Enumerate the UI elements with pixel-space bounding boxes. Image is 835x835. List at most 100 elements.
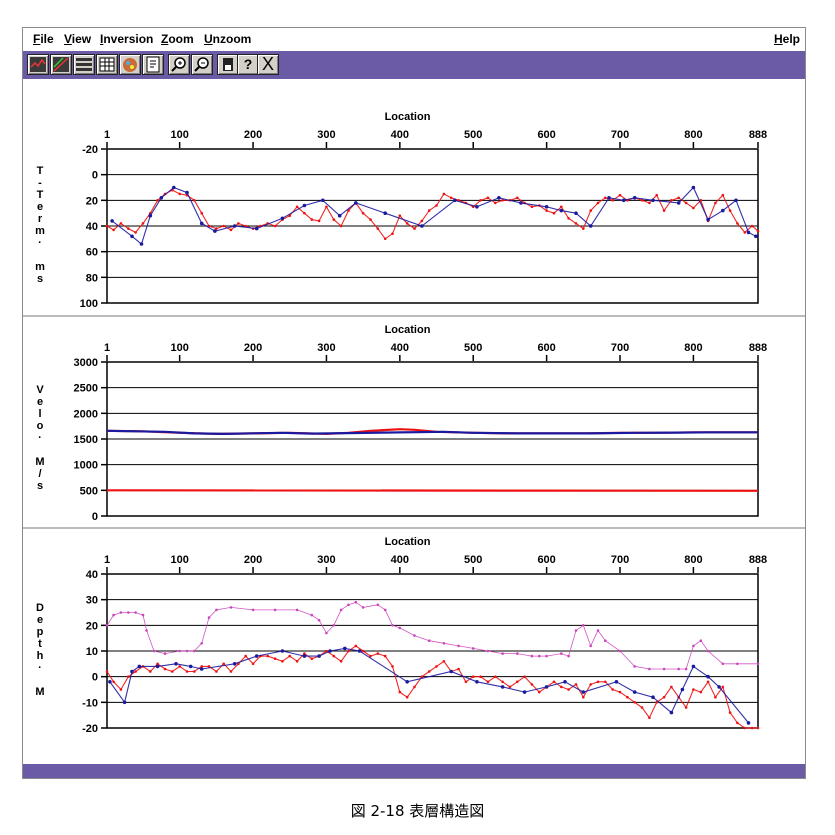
data-point [530, 654, 534, 658]
x-tick-label: 800 [684, 129, 702, 141]
data-point [559, 208, 564, 213]
data-point [232, 224, 237, 228]
data-point [325, 631, 328, 635]
series-trace [106, 189, 759, 240]
data-point [589, 683, 592, 686]
scatter-view-button[interactable] [27, 54, 49, 75]
data-point [105, 224, 109, 228]
data-point [288, 654, 292, 658]
zoom-in-button[interactable] [168, 54, 190, 75]
x-tick-label: 400 [391, 342, 409, 354]
menu-help[interactable]: Help [774, 32, 800, 46]
menu-zoom[interactable]: Zoom [161, 32, 194, 46]
data-point [254, 226, 259, 231]
data-point [604, 196, 607, 200]
data-point [127, 227, 130, 230]
x-tick-label: 600 [537, 342, 555, 354]
y-tick-label: 80 [86, 272, 98, 284]
data-point [574, 629, 578, 632]
data-point [442, 660, 446, 663]
data-point [618, 690, 622, 694]
toolbar: ? X [23, 51, 805, 79]
x-axis-label: Location [385, 324, 431, 336]
y-tick-label: 20 [86, 195, 98, 207]
x-tick-label: 200 [244, 554, 262, 566]
data-point [471, 647, 475, 650]
data-point [273, 657, 277, 660]
data-point [611, 199, 614, 202]
menu-zoom-rest: oom [168, 32, 194, 46]
data-point [105, 624, 109, 627]
x-tick-label: 600 [537, 554, 555, 566]
data-point [479, 199, 482, 202]
data-point [621, 198, 626, 203]
close-icon: X [261, 54, 274, 74]
x-tick-label: 100 [170, 342, 188, 354]
menu-inversion[interactable]: Inversion [100, 32, 153, 46]
menu-file[interactable]: File [33, 32, 54, 46]
save-button[interactable] [217, 54, 239, 75]
x-tick-label: 300 [317, 342, 335, 354]
data-point [229, 606, 233, 609]
data-point [178, 665, 181, 668]
y-tick-label: 2000 [74, 408, 98, 420]
data-point [651, 695, 655, 699]
data-point [420, 219, 424, 223]
table-button[interactable] [96, 54, 118, 75]
data-point [122, 700, 127, 705]
data-point [692, 206, 695, 210]
data-point [127, 611, 130, 614]
data-point [538, 690, 541, 694]
data-point [317, 654, 321, 658]
status-bar [23, 764, 805, 778]
data-point [427, 670, 431, 673]
palette-button[interactable] [119, 54, 141, 75]
data-point [706, 649, 710, 653]
data-point [310, 657, 314, 660]
data-point [339, 224, 343, 228]
x-tick-label: 800 [684, 342, 702, 354]
data-point [405, 680, 410, 684]
x-tick-label: 700 [611, 129, 629, 141]
data-point [127, 675, 130, 678]
data-point [427, 209, 431, 212]
data-point [632, 690, 637, 694]
series-trace [106, 601, 758, 670]
data-point [714, 695, 717, 699]
data-point [413, 634, 416, 637]
data-point [618, 193, 622, 197]
data-point [178, 649, 181, 653]
menu-view[interactable]: View [64, 32, 91, 46]
zoom-in-icon [171, 57, 186, 72]
data-point [746, 230, 751, 235]
menu-unzoom[interactable]: Unzoom [204, 32, 251, 46]
zoom-out-button[interactable] [191, 54, 213, 75]
y-axis-label-char: m [35, 261, 45, 273]
close-button[interactable]: X [257, 54, 279, 75]
data-point [743, 726, 747, 730]
data-point [501, 652, 504, 655]
export-button[interactable] [142, 54, 164, 75]
data-point [516, 652, 519, 655]
y-tick-label: 3000 [74, 357, 98, 369]
data-point [185, 649, 189, 653]
data-point [756, 229, 760, 233]
x-axis-label: Location [385, 536, 431, 548]
help-icon: ? [243, 56, 253, 72]
data-point [471, 675, 475, 678]
data-point [357, 649, 362, 653]
help-button[interactable]: ? [237, 54, 259, 75]
data-point [361, 649, 365, 653]
data-point [706, 680, 710, 684]
y-axis-label-char: o [37, 420, 44, 432]
data-point [199, 667, 204, 671]
y-axis-label-char: m [35, 225, 45, 237]
line-view-button[interactable] [50, 54, 72, 75]
data-point [149, 670, 152, 673]
data-point [596, 680, 600, 684]
layers-view-button[interactable] [73, 54, 95, 75]
data-point [130, 669, 134, 674]
y-tick-label: -20 [82, 723, 98, 735]
x-tick-label: 300 [317, 129, 335, 141]
data-point [105, 670, 109, 673]
